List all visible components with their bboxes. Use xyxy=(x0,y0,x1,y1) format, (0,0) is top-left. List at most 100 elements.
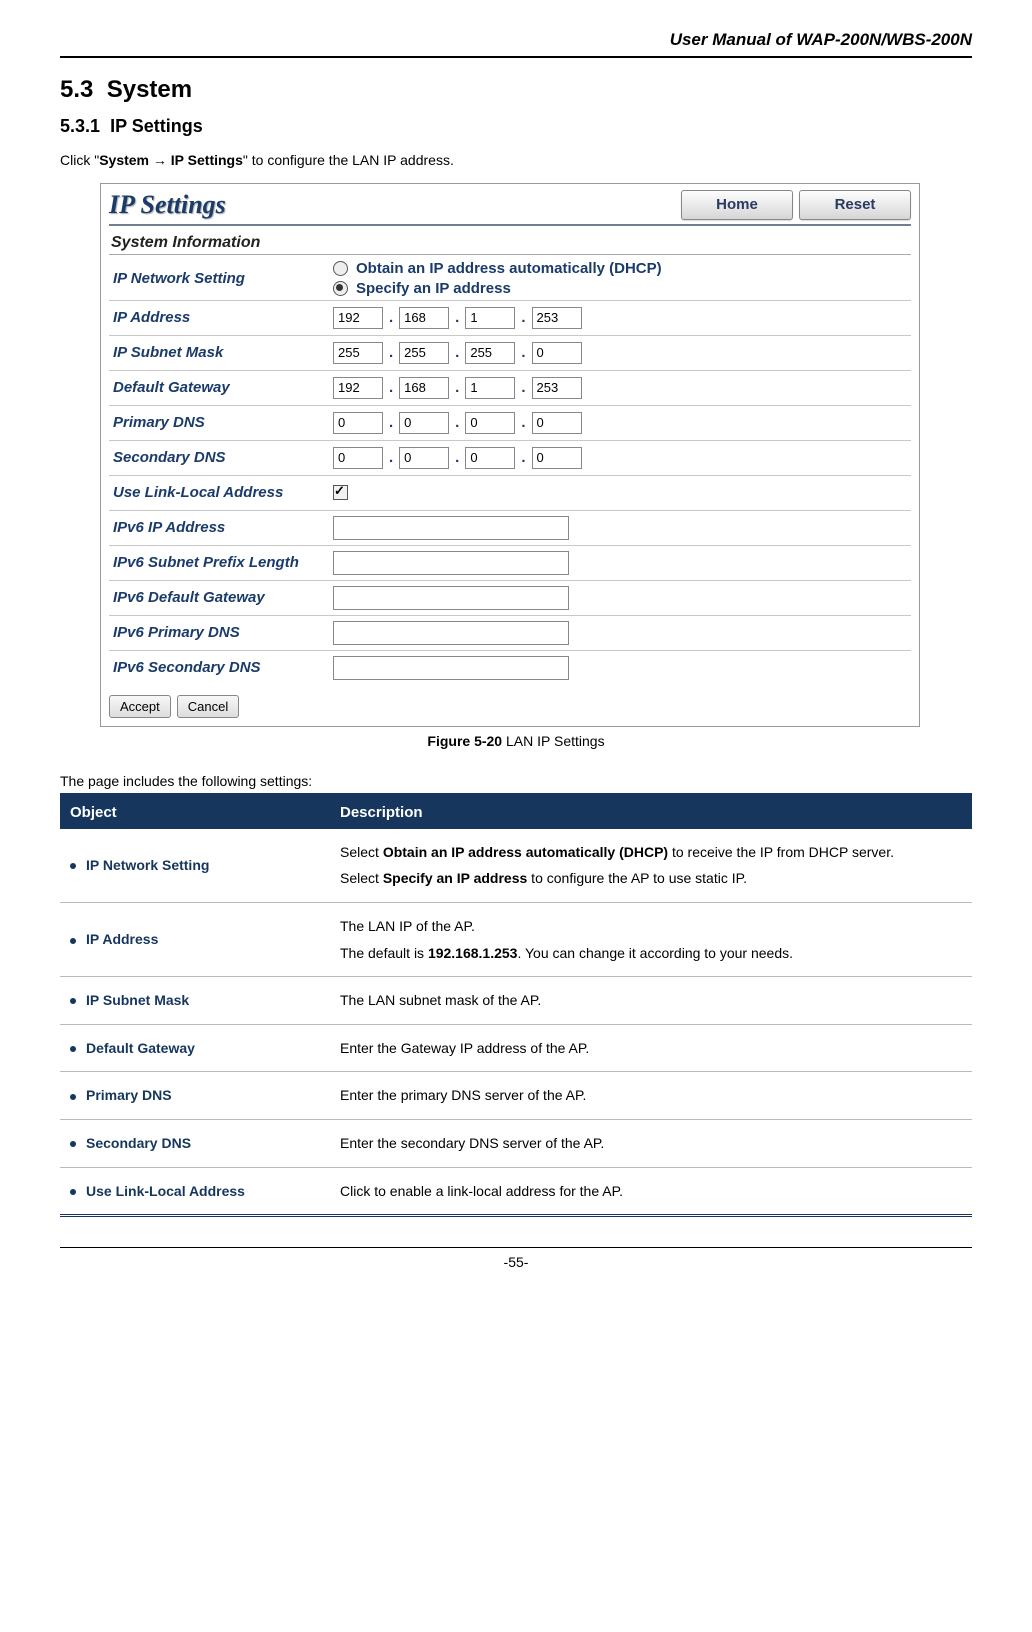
description-cell: Enter the Gateway IP address of the AP. xyxy=(330,1024,972,1072)
row-linklocal: Use Link-Local Address xyxy=(109,476,911,511)
row-subnet: IP Subnet Mask . . . xyxy=(109,336,911,371)
row-ip-network-setting: IP Network Setting Obtain an IP address … xyxy=(109,257,911,301)
row-ipv6-gw: IPv6 Default Gateway xyxy=(109,581,911,616)
description-cell: The LAN IP of the AP.The default is 192.… xyxy=(330,902,972,976)
row-ipv6-prefix: IPv6 Subnet Prefix Length xyxy=(109,546,911,581)
th-object: Object xyxy=(60,794,330,829)
intro-bold: System → IP Settings xyxy=(99,152,243,168)
sdns-octet-2[interactable] xyxy=(399,447,449,469)
row-primary-dns: Primary DNS . . . xyxy=(109,406,911,441)
label-gateway: Default Gateway xyxy=(109,379,333,396)
pdns-octet-2[interactable] xyxy=(399,412,449,434)
radio-icon xyxy=(333,281,348,296)
description-cell: Enter the secondary DNS server of the AP… xyxy=(330,1119,972,1167)
description-cell: The LAN subnet mask of the AP. xyxy=(330,977,972,1025)
section-num: 5.3 xyxy=(60,76,93,103)
label-v6ip: IPv6 IP Address xyxy=(109,519,333,536)
description-table: Object Description IP Network SettingSel… xyxy=(60,793,972,1217)
doc-header: User Manual of WAP-200N/WBS-200N xyxy=(60,30,972,56)
object-cell: IP Address xyxy=(60,902,330,976)
intro-suffix: " to configure the LAN IP address. xyxy=(243,152,454,168)
action-buttons: Accept Cancel xyxy=(109,695,911,718)
ipv6-sdns-input[interactable] xyxy=(333,656,569,680)
label-linklocal: Use Link-Local Address xyxy=(109,484,333,501)
row-secondary-dns: Secondary DNS . . . xyxy=(109,441,911,476)
description-cell: Select Obtain an IP address automaticall… xyxy=(330,829,972,903)
row-gateway: Default Gateway . . . xyxy=(109,371,911,406)
subsection-title: IP Settings xyxy=(110,116,203,136)
radio-dhcp[interactable]: Obtain an IP address automatically (DHCP… xyxy=(333,260,911,277)
sdns-octet-3[interactable] xyxy=(465,447,515,469)
ip-octet-1[interactable] xyxy=(333,307,383,329)
linklocal-checkbox[interactable] xyxy=(333,485,348,500)
table-row: IP Subnet MaskThe LAN subnet mask of the… xyxy=(60,977,972,1025)
header-rule xyxy=(60,56,972,58)
row-ip-address: IP Address . . . xyxy=(109,301,911,336)
section-title: System xyxy=(107,76,192,103)
table-row: IP Network SettingSelect Obtain an IP ad… xyxy=(60,829,972,903)
subnet-octet-4[interactable] xyxy=(532,342,582,364)
description-cell: Enter the primary DNS server of the AP. xyxy=(330,1072,972,1120)
label-ip-addr: IP Address xyxy=(109,309,333,326)
table-row: IP AddressThe LAN IP of the AP.The defau… xyxy=(60,902,972,976)
radio-static[interactable]: Specify an IP address xyxy=(333,280,911,297)
object-cell: Default Gateway xyxy=(60,1024,330,1072)
object-cell: Secondary DNS xyxy=(60,1119,330,1167)
subsection-heading: 5.3.1 IP Settings xyxy=(60,116,972,137)
table-row: Primary DNSEnter the primary DNS server … xyxy=(60,1072,972,1120)
cancel-button[interactable]: Cancel xyxy=(177,695,239,718)
table-row: Default GatewayEnter the Gateway IP addr… xyxy=(60,1024,972,1072)
label-subnet: IP Subnet Mask xyxy=(109,344,333,361)
table-row: Secondary DNSEnter the secondary DNS ser… xyxy=(60,1119,972,1167)
reset-button[interactable]: Reset xyxy=(799,190,911,220)
ipv6-prefix-input[interactable] xyxy=(333,551,569,575)
intro-text: Click "System → IP Settings" to configur… xyxy=(60,149,972,173)
ip-address-inputs: . . . xyxy=(333,307,911,329)
table-row: Use Link-Local AddressClick to enable a … xyxy=(60,1167,972,1216)
ip-octet-3[interactable] xyxy=(465,307,515,329)
label-v6prefix: IPv6 Subnet Prefix Length xyxy=(109,554,333,571)
gw-octet-1[interactable] xyxy=(333,377,383,399)
pdns-octet-3[interactable] xyxy=(465,412,515,434)
gw-octet-4[interactable] xyxy=(532,377,582,399)
home-button[interactable]: Home xyxy=(681,190,793,220)
section-label: System Information xyxy=(109,232,911,254)
ipv6-gw-input[interactable] xyxy=(333,586,569,610)
row-ipv6-sdns: IPv6 Secondary DNS xyxy=(109,651,911,685)
row-ipv6-pdns: IPv6 Primary DNS xyxy=(109,616,911,651)
settings-intro: The page includes the following settings… xyxy=(60,773,972,789)
intro-prefix: Click " xyxy=(60,152,99,168)
gw-octet-2[interactable] xyxy=(399,377,449,399)
page-number: -55- xyxy=(60,1254,972,1270)
settings-rows: IP Network Setting Obtain an IP address … xyxy=(109,257,911,685)
sdns-octet-1[interactable] xyxy=(333,447,383,469)
pdns-octet-4[interactable] xyxy=(532,412,582,434)
subnet-octet-3[interactable] xyxy=(465,342,515,364)
object-cell: IP Network Setting xyxy=(60,829,330,903)
label-v6gw: IPv6 Default Gateway xyxy=(109,589,333,606)
gw-octet-3[interactable] xyxy=(465,377,515,399)
footer-rule xyxy=(60,1247,972,1248)
th-description: Description xyxy=(330,794,972,829)
label-ip-net: IP Network Setting xyxy=(109,270,333,287)
ip-octet-2[interactable] xyxy=(399,307,449,329)
sdns-octet-4[interactable] xyxy=(532,447,582,469)
radio-icon xyxy=(333,261,348,276)
object-cell: IP Subnet Mask xyxy=(60,977,330,1025)
figure-caption-text: LAN IP Settings xyxy=(506,733,605,749)
description-cell: Click to enable a link-local address for… xyxy=(330,1167,972,1216)
ip-settings-screenshot: IP Settings Home Reset System Informatio… xyxy=(100,183,920,727)
pdns-octet-1[interactable] xyxy=(333,412,383,434)
subnet-octet-1[interactable] xyxy=(333,342,383,364)
figure-label: Figure 5-20 xyxy=(427,733,502,749)
object-cell: Use Link-Local Address xyxy=(60,1167,330,1216)
accept-button[interactable]: Accept xyxy=(109,695,171,718)
ipv6-ip-input[interactable] xyxy=(333,516,569,540)
section-heading: 5.3 System xyxy=(60,76,972,104)
ip-octet-4[interactable] xyxy=(532,307,582,329)
ipv6-pdns-input[interactable] xyxy=(333,621,569,645)
row-ipv6-ip: IPv6 IP Address xyxy=(109,511,911,546)
figure-caption: Figure 5-20 LAN IP Settings xyxy=(60,733,972,749)
label-sdns: Secondary DNS xyxy=(109,449,333,466)
subnet-octet-2[interactable] xyxy=(399,342,449,364)
